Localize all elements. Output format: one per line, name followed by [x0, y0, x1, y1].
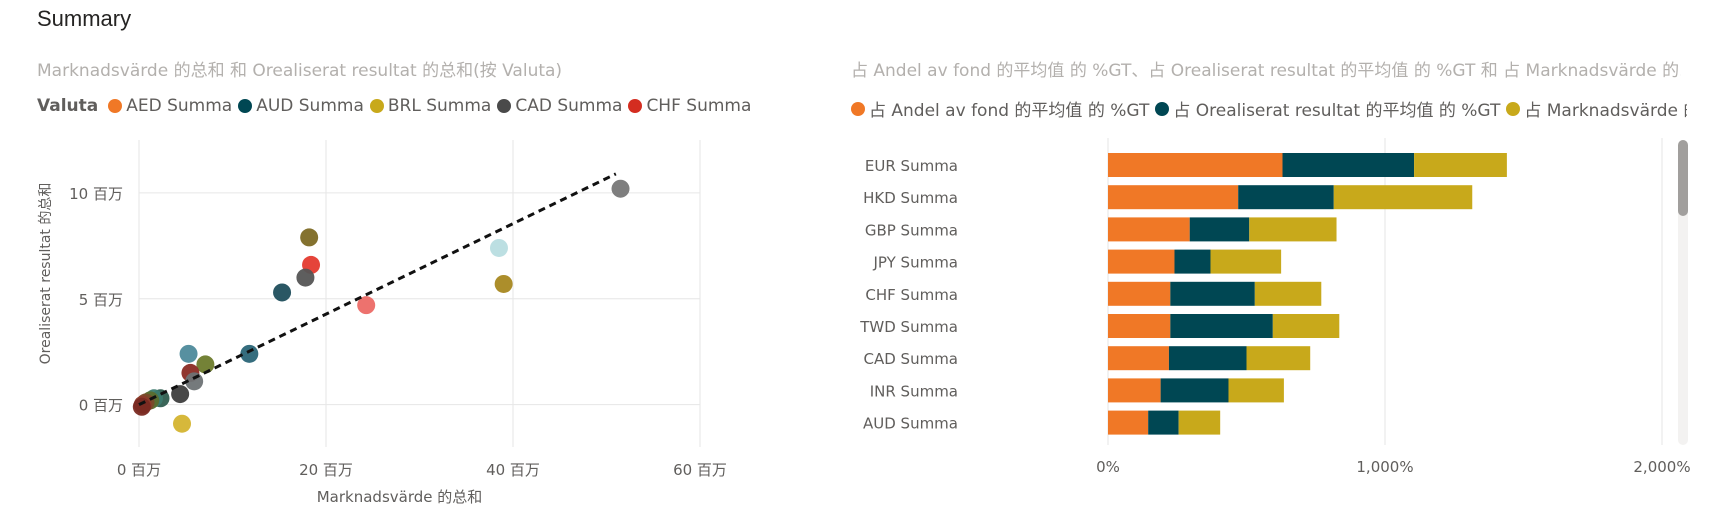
bar-chart-scrollbar-thumb[interactable] [1678, 140, 1688, 216]
bar-segment [1228, 378, 1284, 403]
category-label: EUR Summa [865, 157, 958, 175]
category-label: GBP Summa [865, 221, 958, 239]
bar-segment [1249, 217, 1337, 242]
bar-segment [1108, 153, 1283, 177]
category-label: HKD Summa [863, 189, 958, 207]
bar-segment [1168, 346, 1247, 371]
bar-segment [1254, 281, 1322, 306]
bar-segment [1272, 314, 1340, 338]
bar-segment [1108, 410, 1149, 435]
category-label: TWD Summa [859, 318, 958, 336]
bar-segment [1108, 378, 1161, 403]
bar-segment [1210, 249, 1282, 274]
x-tick-label: 1,000% [1356, 458, 1413, 476]
bar-segment [1108, 346, 1169, 371]
bar-segment [1333, 185, 1473, 210]
bar-segment [1108, 314, 1171, 338]
x-tick-label: 2,000% [1633, 458, 1690, 476]
bar-segment [1170, 281, 1255, 306]
category-label: JPY Summa [872, 254, 958, 272]
bar-segment [1170, 314, 1273, 338]
bar-segment [1148, 410, 1179, 435]
bar-segment [1246, 346, 1311, 371]
bar-segment [1108, 217, 1190, 242]
x-tick-label: 0% [1096, 458, 1120, 476]
bar-segment [1108, 185, 1239, 210]
bar-segment [1160, 378, 1229, 403]
category-label: INR Summa [870, 382, 958, 400]
bar-segment [1108, 281, 1171, 306]
stacked-bar-chart: 0% 1,000% 2,000% EUR Summa HKD Summa GBP Summ… [859, 138, 1691, 476]
bar-segment [1238, 185, 1334, 210]
category-label: CAD Summa [864, 350, 959, 368]
bar-segment [1189, 217, 1250, 242]
bar-segment [1282, 153, 1415, 177]
category-label: AUD Summa [863, 415, 958, 433]
category-label: CHF Summa [865, 286, 958, 304]
bar-segment [1174, 249, 1211, 274]
bar-segment [1414, 153, 1507, 177]
bar-segment [1178, 410, 1221, 435]
bar-segment [1108, 249, 1175, 274]
